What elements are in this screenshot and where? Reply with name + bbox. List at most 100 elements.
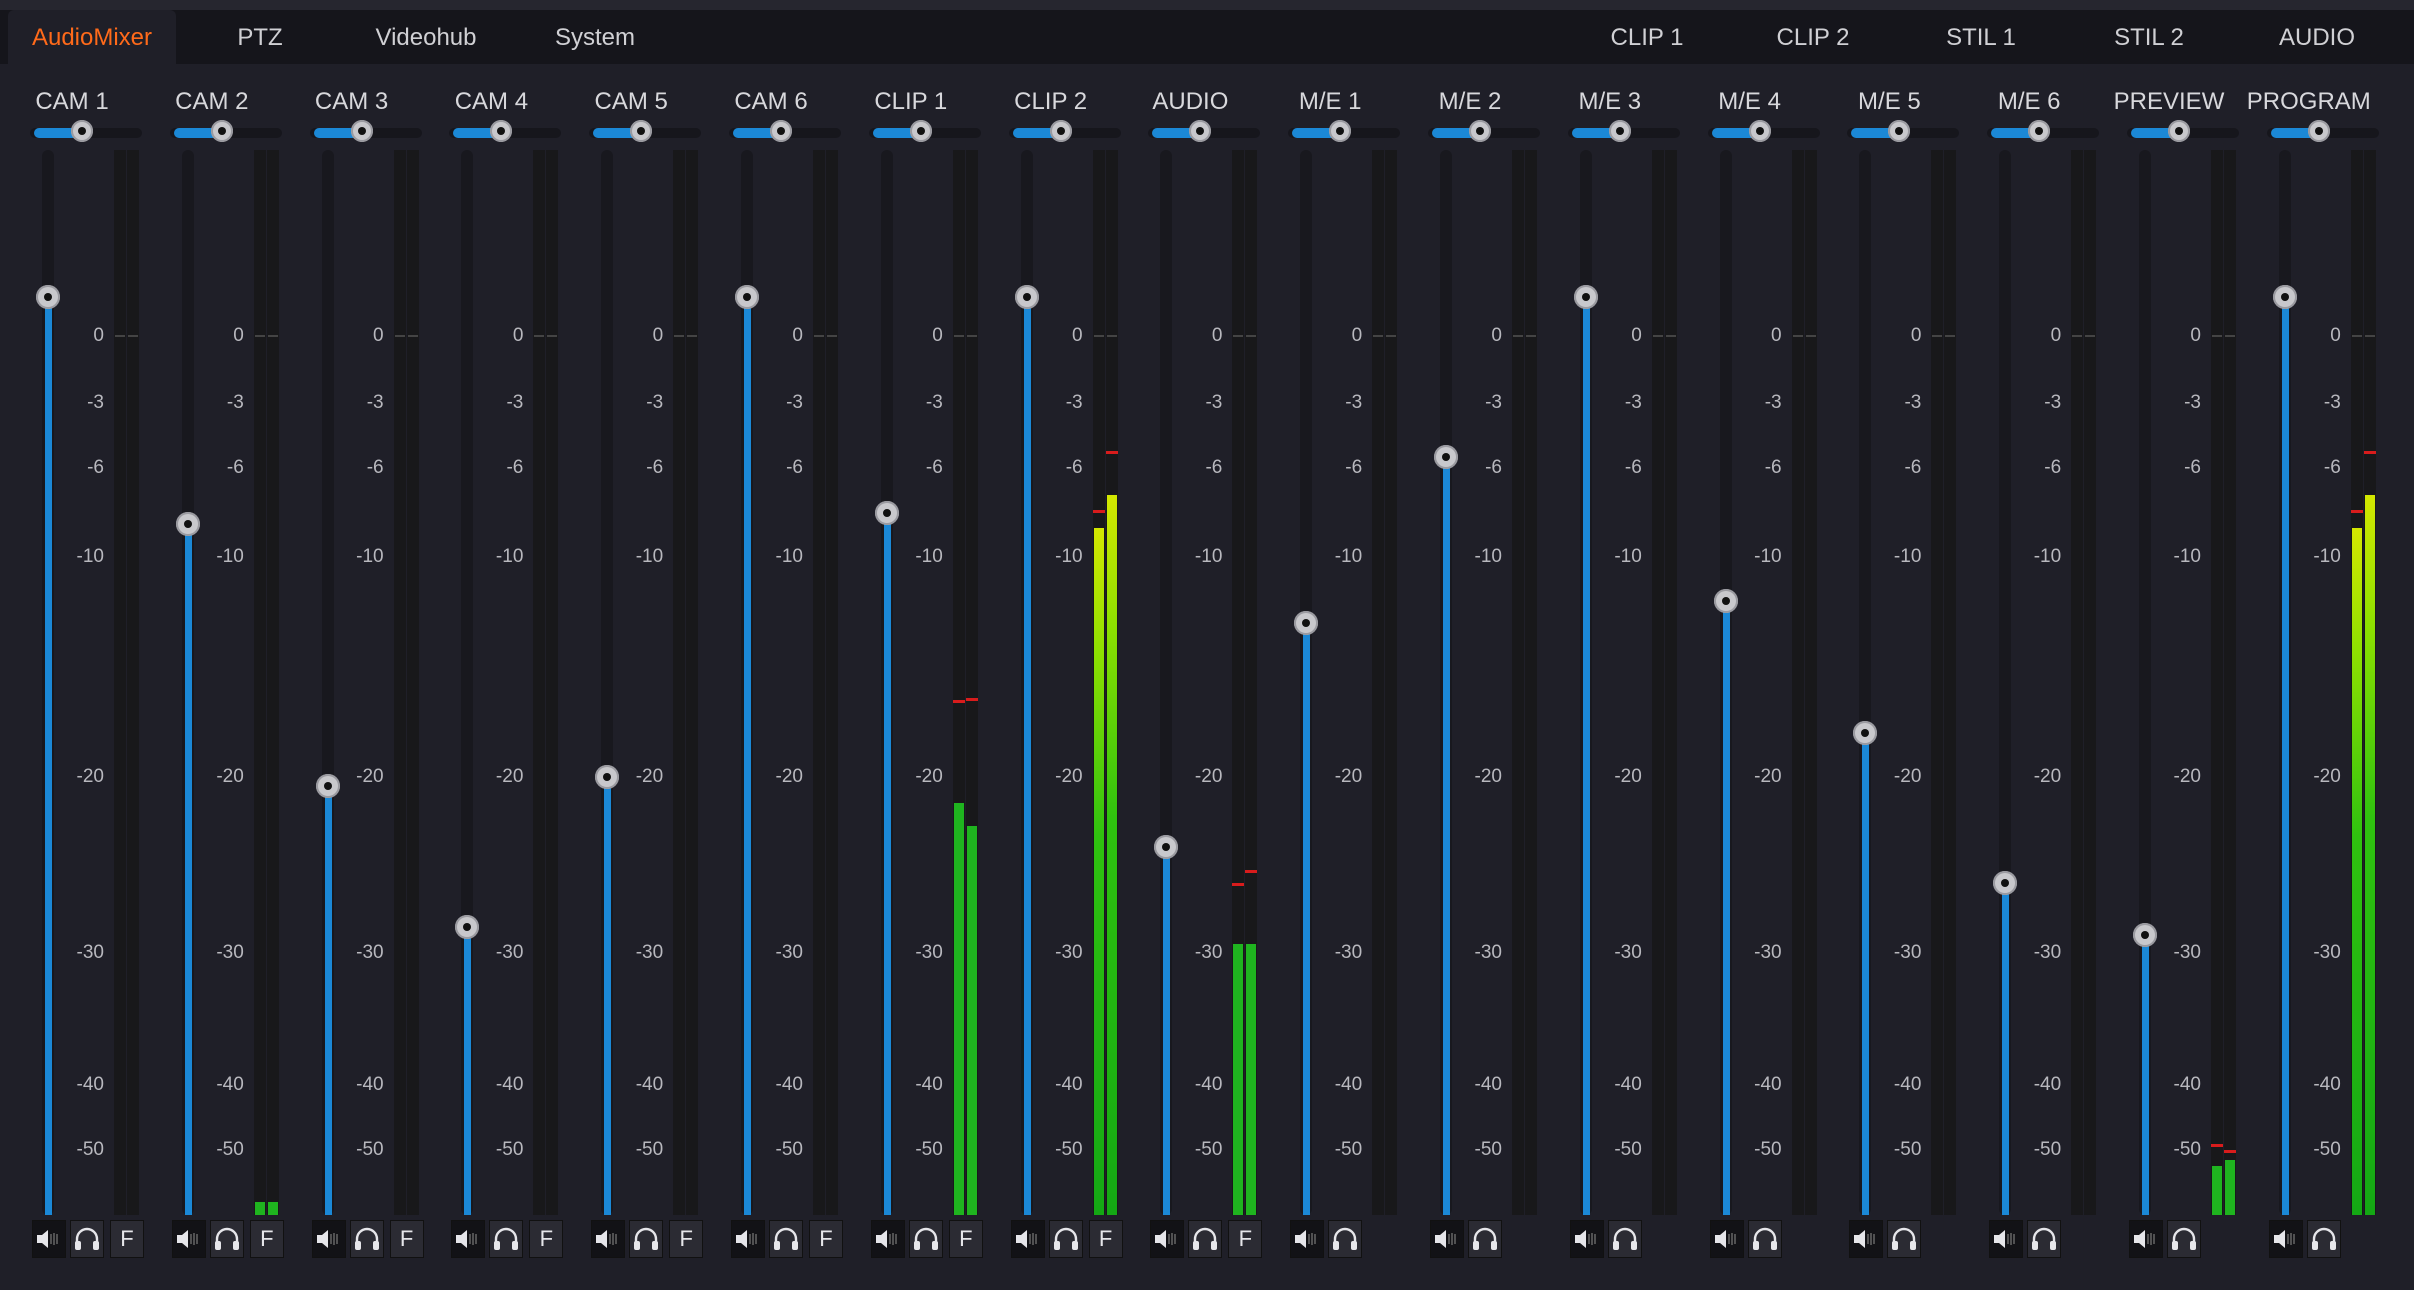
audio-follow-video-button[interactable]: F <box>529 1220 564 1258</box>
solo-headphones-button[interactable] <box>2306 1220 2341 1258</box>
tab-videohub[interactable]: Videohub <box>356 10 496 64</box>
mute-button[interactable] <box>32 1220 66 1258</box>
tab-audiomixer[interactable]: AudioMixer <box>8 10 176 64</box>
solo-headphones-button[interactable] <box>629 1220 664 1258</box>
fader-knob[interactable] <box>2272 285 2297 309</box>
pan-knob[interactable] <box>2307 120 2330 142</box>
pan-knob[interactable] <box>1748 120 1771 142</box>
pan-knob[interactable] <box>909 120 932 142</box>
pan-knob[interactable] <box>1469 120 1491 142</box>
mute-button[interactable] <box>1290 1220 1325 1258</box>
pan-knob[interactable] <box>770 120 792 142</box>
pan-slider[interactable] <box>868 120 981 144</box>
pan-slider[interactable] <box>169 120 282 144</box>
pan-knob[interactable] <box>1888 120 1911 142</box>
solo-headphones-button[interactable] <box>349 1220 384 1258</box>
solo-headphones-button[interactable] <box>1887 1220 1922 1258</box>
source-tab-clip-2[interactable]: CLIP 2 <box>1746 10 1880 64</box>
mute-button[interactable] <box>1709 1220 1744 1258</box>
mute-button[interactable] <box>1430 1220 1464 1258</box>
mute-button[interactable] <box>2129 1220 2163 1258</box>
pan-knob[interactable] <box>2028 120 2051 142</box>
audio-follow-video-button[interactable]: F <box>389 1220 424 1258</box>
pan-slider[interactable] <box>1567 120 1680 144</box>
fader-knob[interactable] <box>1294 611 1319 635</box>
fader-knob[interactable] <box>36 285 60 309</box>
solo-headphones-button[interactable] <box>908 1220 943 1258</box>
pan-slider[interactable] <box>1707 120 1820 144</box>
fader-knob[interactable] <box>595 765 620 789</box>
solo-headphones-button[interactable] <box>209 1220 244 1258</box>
fader-knob[interactable] <box>1014 285 1039 309</box>
pan-knob[interactable] <box>630 120 653 142</box>
mute-button[interactable] <box>1010 1220 1045 1258</box>
solo-headphones-button[interactable] <box>1188 1220 1223 1258</box>
fader-knob[interactable] <box>735 285 759 309</box>
fader-knob[interactable] <box>1434 445 1458 470</box>
mute-button[interactable] <box>1150 1220 1185 1258</box>
pan-slider[interactable] <box>1288 120 1401 144</box>
pan-slider[interactable] <box>589 120 702 144</box>
pan-slider[interactable] <box>729 120 841 144</box>
solo-headphones-button[interactable] <box>489 1220 524 1258</box>
audio-follow-video-button[interactable]: F <box>110 1220 144 1258</box>
pan-knob[interactable] <box>2168 120 2190 142</box>
pan-slider[interactable] <box>449 120 562 144</box>
source-tab-stil-1[interactable]: STIL 1 <box>1914 10 2048 64</box>
pan-knob[interactable] <box>71 120 93 142</box>
audio-follow-video-button[interactable]: F <box>1228 1220 1263 1258</box>
mute-button[interactable] <box>870 1220 905 1258</box>
fader-knob[interactable] <box>1713 589 1738 613</box>
solo-headphones-button[interactable] <box>769 1220 803 1258</box>
pan-slider[interactable] <box>1008 120 1121 144</box>
mute-button[interactable] <box>2268 1220 2303 1258</box>
audio-follow-video-button[interactable]: F <box>249 1220 284 1258</box>
source-tab-clip-1[interactable]: CLIP 1 <box>1580 10 1714 64</box>
solo-headphones-button[interactable] <box>1328 1220 1363 1258</box>
pan-slider[interactable] <box>1847 120 1960 144</box>
audio-follow-video-button[interactable]: F <box>1088 1220 1123 1258</box>
pan-slider[interactable] <box>1428 120 1540 144</box>
pan-knob[interactable] <box>1189 120 1212 142</box>
fader-knob[interactable] <box>315 773 340 798</box>
pan-slider[interactable] <box>309 120 422 144</box>
source-tab-stil-2[interactable]: STIL 2 <box>2082 10 2216 64</box>
pan-slider[interactable] <box>2266 120 2379 144</box>
pan-slider[interactable] <box>2127 120 2239 144</box>
pan-knob[interactable] <box>1329 120 1352 142</box>
solo-headphones-button[interactable] <box>1747 1220 1782 1258</box>
audio-follow-video-button[interactable]: F <box>669 1220 704 1258</box>
tab-system[interactable]: System <box>530 10 660 64</box>
fader-knob[interactable] <box>175 511 200 536</box>
solo-headphones-button[interactable] <box>1468 1220 1502 1258</box>
fader-knob[interactable] <box>455 914 480 939</box>
mute-button[interactable] <box>1849 1220 1884 1258</box>
solo-headphones-button[interactable] <box>1048 1220 1083 1258</box>
tab-ptz[interactable]: PTZ <box>190 10 330 64</box>
pan-knob[interactable] <box>350 120 373 142</box>
audio-follow-video-button[interactable]: F <box>948 1220 983 1258</box>
mute-button[interactable] <box>311 1220 346 1258</box>
fader-knob[interactable] <box>1853 721 1878 745</box>
fader-knob[interactable] <box>1154 835 1179 860</box>
fader-knob[interactable] <box>2133 923 2157 948</box>
solo-headphones-button[interactable] <box>2027 1220 2062 1258</box>
pan-slider[interactable] <box>1987 120 2100 144</box>
pan-knob[interactable] <box>490 120 513 142</box>
solo-headphones-button[interactable] <box>70 1220 104 1258</box>
pan-slider[interactable] <box>1148 120 1261 144</box>
pan-slider[interactable] <box>30 120 142 144</box>
mute-button[interactable] <box>171 1220 206 1258</box>
mute-button[interactable] <box>1569 1220 1604 1258</box>
pan-knob[interactable] <box>1049 120 1072 142</box>
mute-button[interactable] <box>591 1220 626 1258</box>
fader-knob[interactable] <box>1573 285 1598 309</box>
mute-button[interactable] <box>731 1220 765 1258</box>
solo-headphones-button[interactable] <box>2167 1220 2201 1258</box>
fader-knob[interactable] <box>874 500 899 525</box>
source-tab-audio[interactable]: AUDIO <box>2250 10 2384 64</box>
mute-button[interactable] <box>1989 1220 2024 1258</box>
mute-button[interactable] <box>451 1220 486 1258</box>
pan-knob[interactable] <box>1608 120 1631 142</box>
audio-follow-video-button[interactable]: F <box>809 1220 843 1258</box>
